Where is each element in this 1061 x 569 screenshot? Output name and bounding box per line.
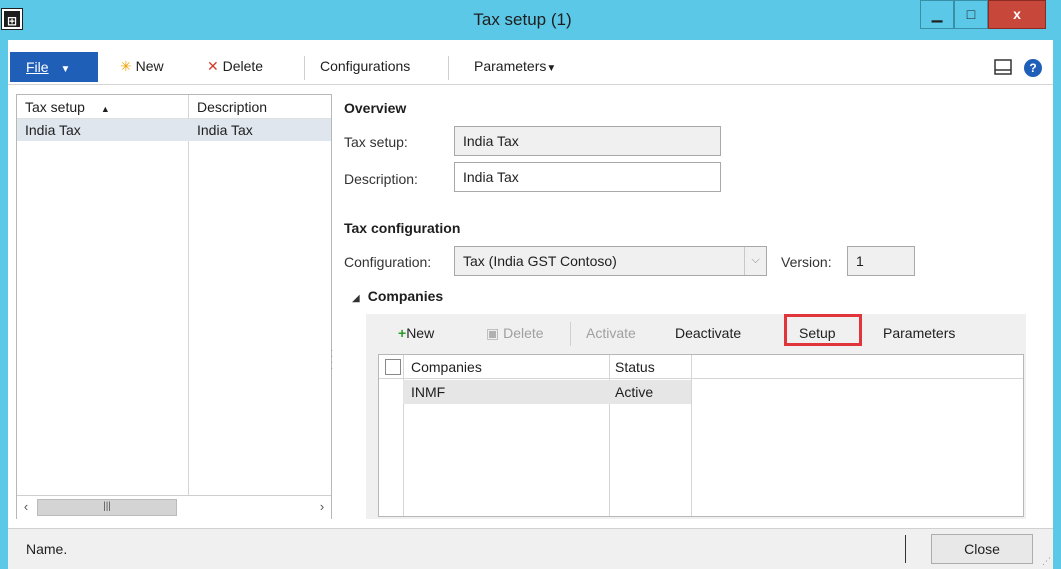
panel-layout-icon[interactable] [994, 59, 1012, 75]
row-description: India Tax [197, 122, 253, 138]
delete-label: Delete [222, 58, 264, 74]
configuration-label: Configuration: [344, 254, 432, 270]
delete-record-icon: ▣ [486, 325, 500, 341]
tax-setup-label: Tax setup: [344, 134, 408, 150]
description-label: Description: [344, 171, 418, 187]
grid-header: Companies Status [379, 355, 1023, 379]
collapse-triangle-icon: ◢ [352, 293, 360, 304]
file-label: File [26, 59, 49, 75]
tax-setup-list: Tax setup ▲ Description India Tax India … [16, 94, 332, 519]
toolbar-divider [304, 56, 305, 80]
list-row[interactable]: India Tax India Tax [17, 119, 331, 141]
companies-new-label: New [406, 325, 435, 341]
action-pane: File ▼ ✳ New ✕ Delete Configurations Par… [8, 50, 1053, 85]
row-status: Active [615, 384, 654, 400]
companies-delete-label: Delete [503, 325, 544, 341]
col-description[interactable]: Description [197, 99, 267, 115]
description-field[interactable]: India Tax [454, 162, 721, 192]
toolbar-divider [570, 322, 571, 346]
scroll-left-icon[interactable]: ‹ [17, 498, 35, 516]
version-label: Version: [781, 254, 832, 270]
configuration-value: Tax (India GST Contoso) [463, 253, 617, 269]
sort-ascending-icon: ▲ [100, 104, 110, 114]
tax-setup-field[interactable]: India Tax [454, 126, 721, 156]
maximize-button[interactable]: □ [954, 0, 988, 29]
close-button[interactable]: Close [931, 534, 1033, 564]
companies-grid: Companies Status INMF Active [378, 354, 1024, 517]
list-header: Tax setup ▲ Description [17, 95, 331, 119]
companies-parameters-button[interactable]: Parameters [883, 325, 955, 341]
help-icon[interactable]: ? [1024, 59, 1042, 77]
col-tax-setup[interactable]: Tax setup ▲ [25, 99, 110, 115]
status-divider [905, 535, 906, 563]
window-title: Tax setup (1) [473, 10, 572, 29]
overview-heading: Overview [344, 100, 407, 116]
companies-new-button[interactable]: +New [398, 325, 434, 341]
delete-icon: ✕ [207, 58, 219, 74]
new-label: New [135, 58, 164, 74]
configuration-dropdown[interactable]: Tax (India GST Contoso) ⌵ [454, 246, 767, 276]
companies-fasttab-header[interactable]: ◢ Companies [352, 288, 443, 304]
companies-heading: Companies [367, 288, 444, 304]
add-icon: + [398, 325, 407, 341]
title-bar: ⊞ Tax setup (1) ▁ □ x [0, 0, 1053, 40]
row-tax-setup: India Tax [25, 122, 81, 138]
close-window-button[interactable]: x [988, 0, 1046, 29]
dropdown-arrow-icon: ▼ [546, 63, 557, 74]
scroll-thumb[interactable]: ||| [37, 499, 177, 516]
parameters-menu-button[interactable]: Parameters▼ [474, 58, 556, 74]
tax-configuration-heading: Tax configuration [344, 220, 461, 236]
scroll-right-icon[interactable]: › [313, 498, 331, 516]
setup-highlight-box [784, 314, 862, 346]
deactivate-button[interactable]: Deactivate [675, 325, 741, 341]
activate-button[interactable]: Activate [586, 325, 636, 341]
col-status[interactable]: Status [615, 359, 655, 375]
companies-toolbar: +New ▣ Delete Activate Deactivate Setup … [378, 314, 1024, 350]
col-companies[interactable]: Companies [411, 359, 482, 375]
parameters-label: Parameters [474, 58, 547, 74]
resize-grip-icon[interactable]: ⋰ [1042, 556, 1051, 567]
companies-delete-button[interactable]: ▣ Delete [486, 325, 544, 342]
chevron-down-icon[interactable]: ⌵ [744, 247, 766, 275]
configurations-button[interactable]: Configurations [320, 58, 410, 74]
toolbar-divider [448, 56, 449, 80]
col-tax-setup-label: Tax setup [25, 99, 85, 115]
status-text: Name. [26, 541, 68, 557]
horizontal-scrollbar[interactable]: ‹ ||| › [17, 495, 331, 519]
details-pane: Overview Tax setup: India Tax Descriptio… [342, 94, 1042, 524]
new-icon: ✳ [120, 58, 132, 74]
companies-section: +New ▣ Delete Activate Deactivate Setup … [366, 314, 1026, 519]
column-divider [691, 355, 692, 516]
column-divider [188, 95, 189, 495]
delete-button[interactable]: ✕ Delete [207, 58, 263, 75]
minimize-button[interactable]: ▁ [920, 0, 954, 29]
pane-splitter[interactable]: · · · · [330, 346, 333, 378]
status-bar: Name. Close ⋰ [8, 528, 1053, 569]
version-field[interactable]: 1 [847, 246, 915, 276]
select-all-checkbox[interactable] [385, 359, 401, 375]
chevron-down-icon: ▼ [60, 64, 71, 75]
new-button[interactable]: ✳ New [120, 58, 164, 75]
row-company: INMF [411, 384, 446, 400]
file-menu-button[interactable]: File ▼ [10, 52, 98, 82]
